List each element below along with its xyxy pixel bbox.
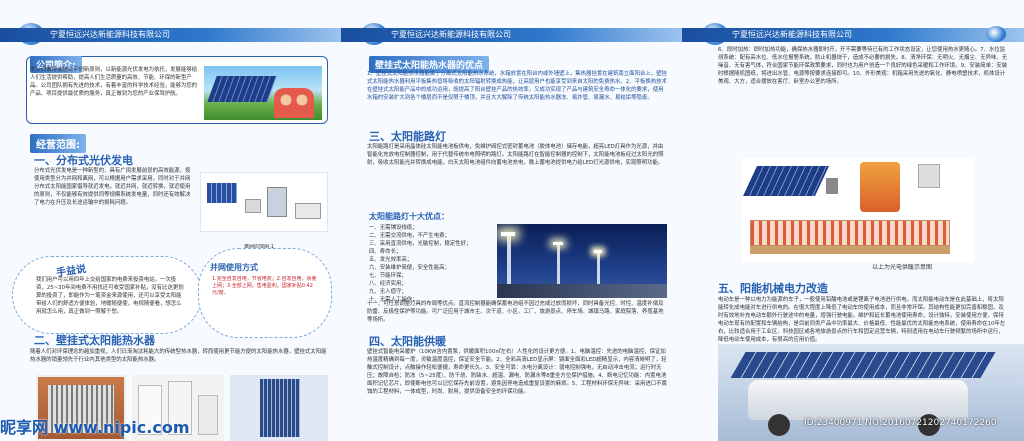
header-bar-3: 宁夏恒远兴达新能源科技有限公司	[682, 28, 1024, 42]
adv10-item: 三、采用直流供电，光敏控制，稳定性好；	[369, 241, 472, 247]
adv10-item: 七、节能环保；	[369, 273, 407, 279]
adv10-item: 八、经济实用；	[369, 281, 407, 287]
heater-panel-image	[230, 375, 328, 441]
heating-diagram	[742, 158, 974, 262]
s1-title: 一、分布式光伏发电	[34, 154, 133, 167]
panel-middle: 宁夏恒远兴达新能源科技有限公司 壁挂式太阳能热水器的优点 1、壁挂式太阳能热水器…	[341, 0, 682, 441]
panel-right: 宁夏恒远兴达新能源科技有限公司 6、即时加热：即时加热功能，确保热水器即时开，开…	[682, 0, 1024, 441]
adv10-list: 一、无需铺设线缆； 二、无需交流供电，不产生电费； 三、采用直流供电，光敏控制，…	[369, 224, 499, 304]
adv10-title: 太阳能路灯十大优点：	[369, 211, 449, 221]
bingwang-title: 并网使用方式	[210, 263, 258, 272]
adv10-item: 二、无需交流供电，不产生电费；	[369, 233, 450, 239]
watermark-id: ID:23400971 NO:20160721202740172260	[804, 418, 997, 428]
header-bar: 宁夏恒远兴达新能源科技有限公司	[0, 28, 341, 42]
corner-logo	[986, 26, 1006, 42]
diagram-caption: 以上为光电供暖示意图	[872, 264, 933, 271]
adv10-text: 十一、可任意调整灯具的布局等优点。直流控制器能确保蓄电池组不因过充或过放而损坏，…	[367, 301, 664, 323]
adv10-item: 五、发光效率高；	[369, 257, 413, 263]
s2-title: 二、壁挂式太阳能热水器	[34, 334, 155, 347]
adv10-item: 一、无需铺设线缆；	[369, 225, 418, 231]
s5-title: 五、阳能机械电力改造	[718, 282, 828, 295]
solar-family-image	[204, 66, 322, 120]
s3-title: 三、太阳能路灯	[369, 130, 446, 143]
shouyi-text: 我们用户可以用四年上交给国家的电费来投资电站，一次投资，25~30年间电费不用找…	[36, 277, 184, 315]
s5-text: 电动车是一种以电力为能源的车子，一般使用铅酸电池或是锂离子电池进行供电。而太阳能…	[718, 297, 1006, 342]
offgrid-diagram	[200, 172, 328, 232]
adv-text: 1、壁挂式太阳能热水器能属于分离式太阳能热水系统，水箱放置在阳台内或外墙壁上，集…	[367, 71, 667, 101]
header-bar-2: 宁夏恒远兴达新能源科技有限公司	[341, 28, 682, 42]
s2-text: 随着人们对环保理念的越加重视，人们日渐淘汰耗能大的传统型热水器，转而使用更节能方…	[30, 349, 327, 363]
bingwang-text: 1.完全自发自用，节省电费；2.自发自用，余量上网；3.全部上网，售电盈利。国家…	[212, 276, 317, 296]
scope-title: 经营范围:	[30, 134, 86, 153]
intro-text: 本公司秉持诚信公平创新原则，以新能源光伏发电为依托，发展能够给人们生活提供帮助，…	[30, 67, 198, 97]
s4-title-visible: 四、太阳能供暖	[369, 335, 446, 348]
adv10-item: 九、无人值守；	[369, 289, 407, 295]
panel-left: 宁夏恒远兴达新能源科技有限公司 公司简介: 本公司秉持诚信公平创新原则，以新能源…	[0, 0, 341, 441]
s1-text: 分布式光伏发电是一种新型的、具有广阔发展前景的高效能源，按使用类型分为并网和离网…	[34, 168, 191, 206]
s3-text: 太阳能路灯是采用晶体硅太阳能电池板供电，免维护阀控式密封蓄电池（胶体电池）储存电…	[367, 144, 664, 166]
street-light-image	[497, 224, 667, 298]
s4-text: 壁挂式智能电采暖炉（10KW含内置泵，供暖面积100㎡左右）人性化的设计更方便。…	[367, 349, 667, 395]
adv10-item: 六、安装维护简便，安全性能高；	[369, 265, 450, 271]
adv10-item: 四、寿命长；	[369, 249, 402, 255]
watermark-left: 昵享网 www.nipic.com	[0, 418, 190, 437]
items-text: 6、即时加热：即时加热功能，确保热水器即时开，开不需要等待已有的工作状态设定，让…	[718, 47, 1008, 85]
